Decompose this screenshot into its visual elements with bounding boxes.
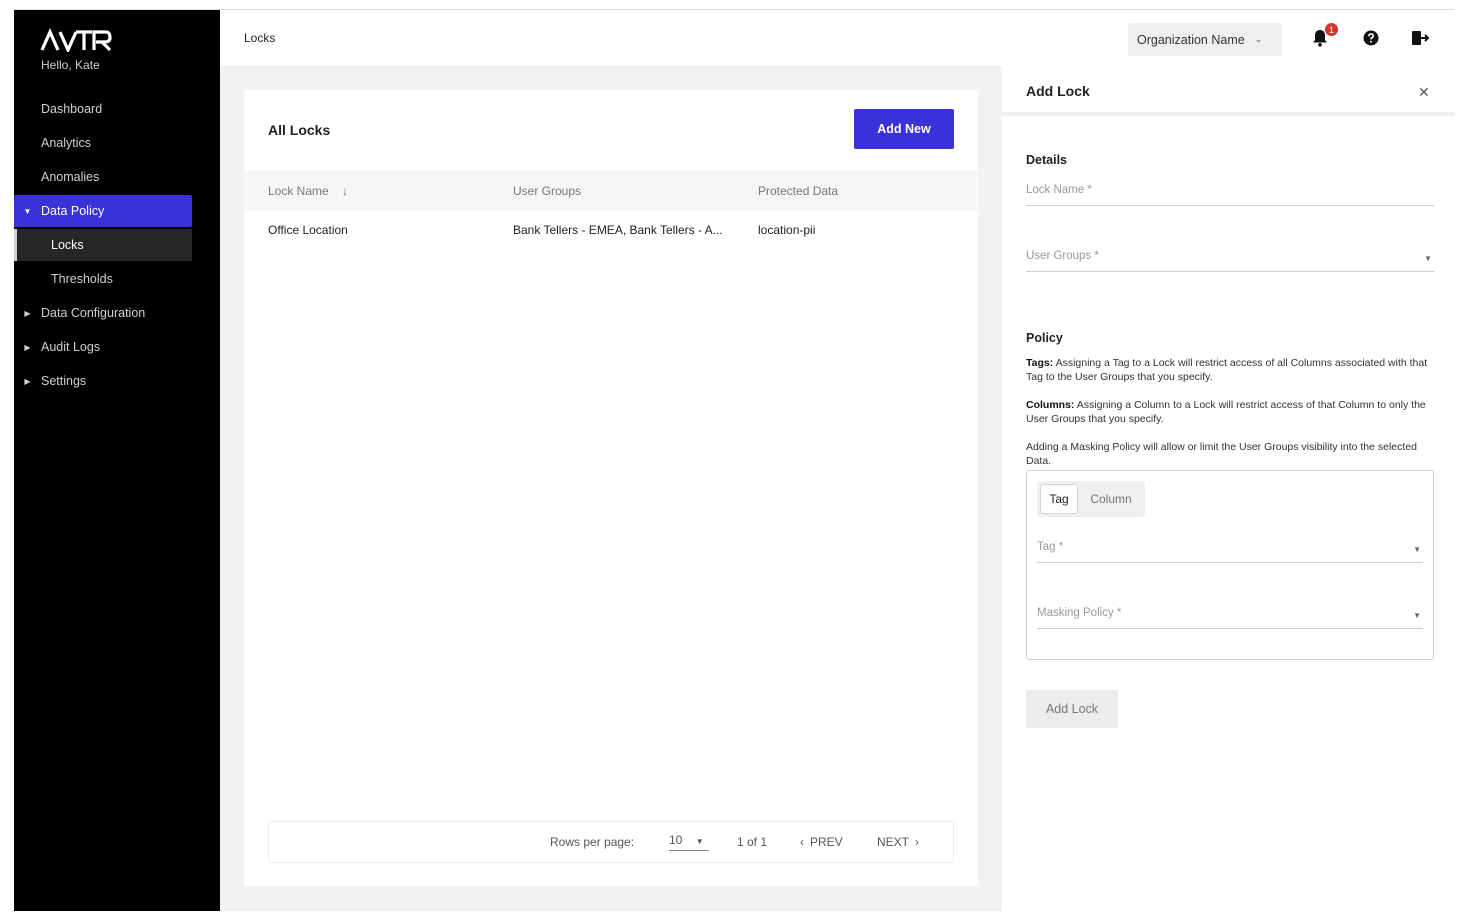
prev-page-button[interactable]: ‹ PREV <box>800 835 843 849</box>
sidebar-item-label: Locks <box>51 238 84 252</box>
panel-header: Add Lock ✕ <box>1002 66 1454 116</box>
caret-down-icon: ▼ <box>23 206 32 216</box>
column-header-user-groups: User Groups <box>513 184 582 198</box>
policy-box: Tag Column Tag * ▼ Masking Policy * ▼ <box>1026 470 1434 660</box>
caret-right-icon: ▶ <box>24 376 31 386</box>
caret-down-icon: ▼ <box>1424 254 1432 263</box>
pagination-bar: Rows per page: 10 ▼ 1 of 1 ‹ PREV NEXT › <box>268 821 954 863</box>
table-header: Lock Name ↓ User Groups Protected Data <box>244 171 978 211</box>
breadcrumb: Locks <box>244 31 276 45</box>
sidebar-item-anomalies[interactable]: Anomalies <box>14 161 192 193</box>
toggle-column-button[interactable]: Column <box>1081 484 1141 514</box>
caret-right-icon: ▶ <box>24 308 31 318</box>
masking-policy-select[interactable]: Masking Policy * ▼ <box>1037 603 1423 629</box>
sidebar-item-settings[interactable]: ▶ Settings <box>14 365 192 397</box>
tag-select[interactable]: Tag * ▼ <box>1037 537 1423 563</box>
rows-per-page-select[interactable]: 10 ▼ <box>669 833 709 851</box>
details-heading: Details <box>1026 153 1067 167</box>
masking-policy-label: Masking Policy * <box>1037 607 1122 619</box>
column-header-protected-data: Protected Data <box>758 184 839 198</box>
sidebar-item-label: Thresholds <box>51 272 113 286</box>
card-title: All Locks <box>268 122 331 138</box>
notification-badge: 1 <box>1325 23 1338 36</box>
column-header-lock-name[interactable]: Lock Name ↓ <box>268 184 348 198</box>
sidebar-item-audit-logs[interactable]: ▶ Audit Logs <box>14 331 192 363</box>
altr-logo <box>40 28 112 52</box>
app-window: Hello, Kate Dashboard Analytics Anomalie… <box>14 9 1454 911</box>
sidebar: Hello, Kate Dashboard Analytics Anomalie… <box>14 10 220 911</box>
logout-icon[interactable] <box>1410 28 1430 48</box>
sidebar-item-thresholds[interactable]: Thresholds <box>14 263 192 295</box>
chevron-left-icon: ‹ <box>800 835 804 849</box>
chevron-right-icon: › <box>915 835 920 849</box>
rows-per-page-label: Rows per page: <box>550 835 635 849</box>
help-icon[interactable] <box>1361 28 1381 48</box>
columns-description: Columns: Assigning a Column to a Lock wi… <box>1026 399 1426 425</box>
user-groups-select[interactable]: User Groups * ▼ <box>1026 246 1434 272</box>
toggle-tag-button[interactable]: Tag <box>1040 484 1078 514</box>
add-lock-button[interactable]: Add Lock <box>1026 690 1118 728</box>
lock-name-label: Lock Name * <box>1026 184 1092 196</box>
sidebar-item-label: Dashboard <box>41 102 103 116</box>
panel-title: Add Lock <box>1026 83 1090 99</box>
caret-down-icon: ▼ <box>1413 545 1421 554</box>
policy-heading: Policy <box>1026 331 1063 345</box>
sidebar-item-label: Data Policy <box>41 204 105 218</box>
organization-select-value: Organization Name <box>1137 32 1245 47</box>
cell-user-groups: Bank Tellers - EMEA, Bank Tellers - A... <box>513 223 723 237</box>
lock-name-input[interactable]: Lock Name * <box>1026 180 1434 206</box>
close-icon[interactable]: ✕ <box>1418 84 1430 101</box>
table-row[interactable]: Office Location Bank Tellers - EMEA, Ban… <box>244 211 978 251</box>
locks-card: All Locks Add New Lock Name ↓ User Group… <box>244 90 978 886</box>
add-new-button[interactable]: Add New <box>854 109 954 149</box>
sidebar-item-data-configuration[interactable]: ▶ Data Configuration <box>14 297 192 329</box>
cell-lock-name: Office Location <box>268 223 348 237</box>
add-lock-panel: Add Lock ✕ Details Lock Name * User Grou… <box>1002 66 1454 911</box>
user-groups-label: User Groups * <box>1026 250 1099 262</box>
page-info: 1 of 1 <box>737 835 768 849</box>
caret-down-icon: ▼ <box>1413 611 1421 620</box>
sidebar-item-data-policy[interactable]: ▼ Data Policy <box>14 195 192 227</box>
tag-column-toggle: Tag Column <box>1037 481 1145 517</box>
organization-select[interactable]: Organization Name ⌄ <box>1128 23 1282 56</box>
caret-right-icon: ▶ <box>24 342 31 352</box>
greeting: Hello, Kate <box>41 58 100 72</box>
sidebar-item-label: Audit Logs <box>41 340 101 354</box>
next-page-button[interactable]: NEXT › <box>877 835 919 849</box>
cell-protected-data: location-pii <box>758 223 816 237</box>
sidebar-item-locks[interactable]: Locks <box>14 229 192 261</box>
masking-description: Adding a Masking Policy will allow or li… <box>1026 441 1417 467</box>
sidebar-item-label: Settings <box>41 374 87 388</box>
sidebar-item-label: Anomalies <box>41 170 100 184</box>
sidebar-item-label: Analytics <box>41 136 92 150</box>
chevron-down-icon: ⌄ <box>1254 34 1263 44</box>
topbar: Locks Organization Name ⌄ 1 <box>220 10 1454 66</box>
sidebar-item-dashboard[interactable]: Dashboard <box>14 93 192 125</box>
sidebar-item-analytics[interactable]: Analytics <box>14 127 192 159</box>
caret-down-icon: ▼ <box>695 837 704 846</box>
tag-label: Tag * <box>1037 541 1064 553</box>
sidebar-item-label: Data Configuration <box>41 306 146 320</box>
sort-arrow-down-icon: ↓ <box>342 184 349 198</box>
tags-description: Tags: Assigning a Tag to a Lock will res… <box>1026 357 1428 383</box>
